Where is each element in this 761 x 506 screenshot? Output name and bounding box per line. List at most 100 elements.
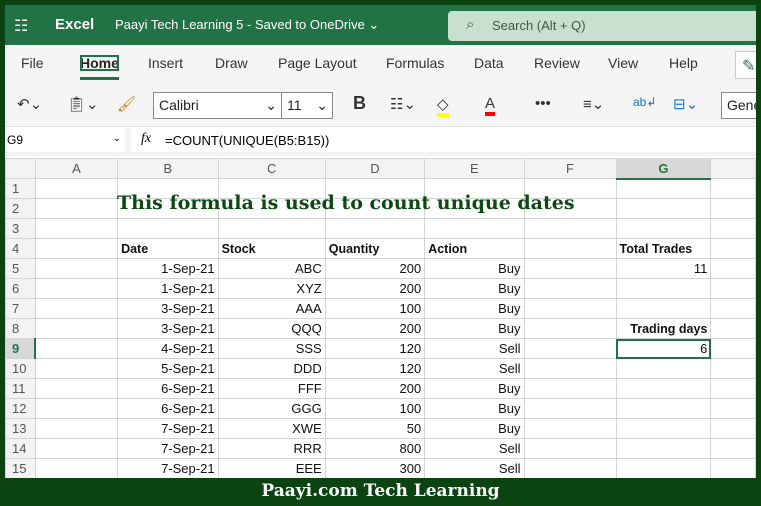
more-options-button[interactable]: ••• bbox=[535, 95, 551, 112]
cell-f4[interactable] bbox=[523, 238, 617, 259]
cell-h10[interactable] bbox=[710, 358, 756, 379]
cell-a9[interactable] bbox=[34, 338, 119, 359]
cell-f3[interactable] bbox=[523, 218, 617, 239]
cell-c8[interactable]: QQQ bbox=[217, 318, 326, 339]
number-format-select[interactable]: Gene bbox=[721, 92, 756, 119]
cell-h9[interactable] bbox=[710, 338, 756, 359]
cell-d5[interactable]: 200 bbox=[324, 258, 426, 279]
cell-d6[interactable]: 200 bbox=[324, 278, 426, 299]
column-header-a[interactable]: A bbox=[34, 158, 119, 179]
app-launcher-icon[interactable]: ☷ bbox=[14, 16, 28, 36]
cell-a10[interactable] bbox=[34, 358, 119, 379]
cell-b5[interactable]: 1-Sep-21 bbox=[117, 258, 219, 279]
row-header-10[interactable]: 10 bbox=[5, 358, 36, 379]
cell-b9[interactable]: 4-Sep-21 bbox=[117, 338, 219, 359]
cell-h4[interactable] bbox=[710, 238, 756, 259]
bold-button[interactable]: B bbox=[353, 93, 366, 114]
cell-e6[interactable]: Buy bbox=[424, 278, 525, 299]
cell-b4[interactable]: Date bbox=[117, 238, 219, 259]
merge-icon[interactable]: ⊟⌄ bbox=[673, 95, 698, 113]
row-header-4[interactable]: 4 bbox=[5, 238, 36, 259]
cell-h13[interactable] bbox=[710, 418, 756, 439]
cell-a2[interactable] bbox=[34, 198, 119, 219]
fx-icon[interactable]: fx bbox=[131, 128, 161, 152]
column-header-e[interactable]: E bbox=[424, 158, 525, 179]
cell-c6[interactable]: XYZ bbox=[217, 278, 326, 299]
tab-home[interactable]: Home bbox=[80, 55, 119, 80]
tab-data[interactable]: Data bbox=[474, 55, 504, 71]
cell-e10[interactable]: Sell bbox=[424, 358, 525, 379]
cell-h11[interactable] bbox=[710, 378, 756, 399]
cell-h5[interactable] bbox=[710, 258, 756, 279]
cell-c14[interactable]: RRR bbox=[217, 438, 326, 459]
cell-h3[interactable] bbox=[710, 218, 756, 239]
cell-b7[interactable]: 3-Sep-21 bbox=[117, 298, 219, 319]
cell-b15[interactable]: 7-Sep-21 bbox=[117, 458, 219, 478]
document-title[interactable]: Paayi Tech Learning 5 - Saved to OneDriv… bbox=[115, 17, 379, 33]
cell-a3[interactable] bbox=[34, 218, 119, 239]
cell-b10[interactable]: 5-Sep-21 bbox=[117, 358, 219, 379]
cell-a5[interactable] bbox=[34, 258, 119, 279]
cell-a12[interactable] bbox=[34, 398, 119, 419]
cell-c11[interactable]: FFF bbox=[217, 378, 326, 399]
cell-a8[interactable] bbox=[34, 318, 119, 339]
cell-f11[interactable] bbox=[523, 378, 617, 399]
cell-g2[interactable] bbox=[615, 198, 712, 219]
cell-h6[interactable] bbox=[710, 278, 756, 299]
cell-g10[interactable] bbox=[615, 358, 712, 379]
column-header-f[interactable]: F bbox=[523, 158, 617, 179]
cell-d7[interactable]: 100 bbox=[324, 298, 426, 319]
cell-h7[interactable] bbox=[710, 298, 756, 319]
spreadsheet-grid[interactable]: A B C D E F G 1 2 3 4 Date Stock Quantity Action Total … bbox=[5, 158, 756, 478]
row-header-7[interactable]: 7 bbox=[5, 298, 36, 319]
cell-c5[interactable]: ABC bbox=[217, 258, 326, 279]
cell-c4[interactable]: Stock bbox=[217, 238, 326, 259]
cell-d14[interactable]: 800 bbox=[324, 438, 426, 459]
cell-c15[interactable]: EEE bbox=[217, 458, 326, 478]
font-name-select[interactable]: Calibri ⌄ bbox=[153, 92, 282, 119]
cell-a14[interactable] bbox=[34, 438, 119, 459]
row-header-6[interactable]: 6 bbox=[5, 278, 36, 299]
cell-g15[interactable] bbox=[615, 458, 712, 478]
cell-f12[interactable] bbox=[523, 398, 617, 419]
cell-e4[interactable]: Action bbox=[424, 238, 525, 259]
cell-d13[interactable]: 50 bbox=[324, 418, 426, 439]
undo-icon[interactable]: ↶⌄ bbox=[17, 95, 42, 113]
cell-e12[interactable]: Buy bbox=[424, 398, 525, 419]
format-painter-icon[interactable]: 🖌︎ bbox=[117, 95, 136, 113]
cell-g13[interactable] bbox=[615, 418, 712, 439]
tab-help[interactable]: Help bbox=[669, 55, 698, 71]
cell-d3[interactable] bbox=[324, 218, 426, 239]
cell-c13[interactable]: XWE bbox=[217, 418, 326, 439]
cell-b12[interactable]: 6-Sep-21 bbox=[117, 398, 219, 419]
row-header-11[interactable]: 11 bbox=[5, 378, 36, 399]
row-header-14[interactable]: 14 bbox=[5, 438, 36, 459]
column-header-h[interactable] bbox=[710, 158, 756, 179]
cell-c12[interactable]: GGG bbox=[217, 398, 326, 419]
cell-a4[interactable] bbox=[34, 238, 119, 259]
cell-b11[interactable]: 6-Sep-21 bbox=[117, 378, 219, 399]
cell-h1[interactable] bbox=[710, 178, 756, 199]
cell-a15[interactable] bbox=[34, 458, 119, 478]
cell-f15[interactable] bbox=[523, 458, 617, 478]
cell-g11[interactable] bbox=[615, 378, 712, 399]
cell-e3[interactable] bbox=[424, 218, 525, 239]
cell-f8[interactable] bbox=[523, 318, 617, 339]
cell-f7[interactable] bbox=[523, 298, 617, 319]
row-header-9[interactable]: 9 bbox=[5, 338, 37, 359]
cell-g3[interactable] bbox=[615, 218, 712, 239]
row-header-5[interactable]: 5 bbox=[5, 258, 36, 279]
paste-icon[interactable]: 📋︎⌄ bbox=[67, 95, 99, 113]
cell-b13[interactable]: 7-Sep-21 bbox=[117, 418, 219, 439]
cell-f6[interactable] bbox=[523, 278, 617, 299]
cell-g9[interactable]: 6 bbox=[615, 338, 712, 359]
cell-h14[interactable] bbox=[710, 438, 756, 459]
cell-c7[interactable]: AAA bbox=[217, 298, 326, 319]
cell-d8[interactable]: 200 bbox=[324, 318, 426, 339]
cell-d4[interactable]: Quantity bbox=[324, 238, 426, 259]
cell-g6[interactable] bbox=[615, 278, 712, 299]
tab-file[interactable]: File bbox=[21, 55, 44, 71]
tab-page-layout[interactable]: Page Layout bbox=[278, 55, 357, 71]
cell-e5[interactable]: Buy bbox=[424, 258, 525, 279]
tab-view[interactable]: View bbox=[608, 55, 638, 71]
